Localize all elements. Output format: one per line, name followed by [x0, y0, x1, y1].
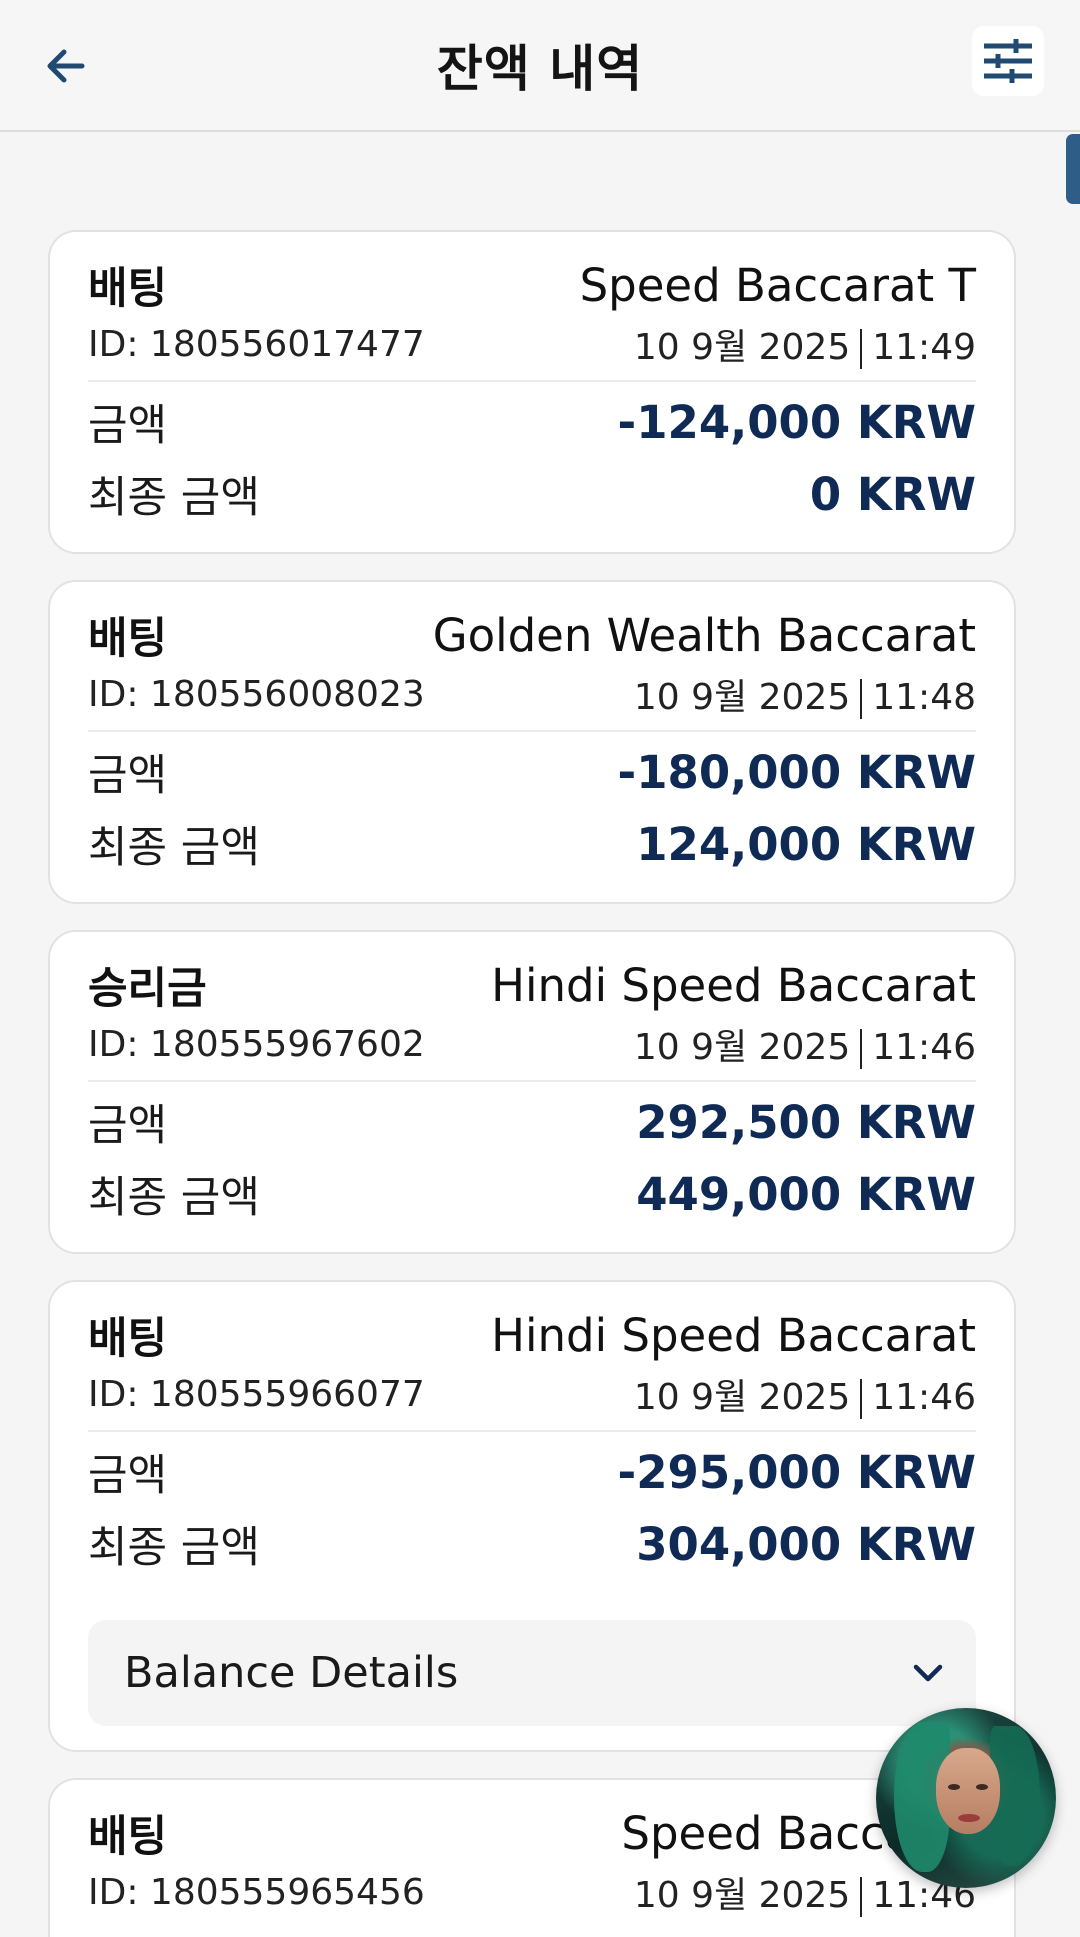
transaction-datetime: 10 9월 2025 11:46	[634, 1018, 976, 1070]
transaction-type: 승리금	[88, 964, 207, 1014]
avatar-lips	[958, 1814, 980, 1822]
final-amount-label: 최종 금액	[88, 1523, 260, 1573]
transaction-type: 배팅	[88, 1812, 168, 1862]
page-title: 잔액 내역	[436, 40, 644, 98]
balance-details-label: Balance Details	[124, 1648, 459, 1698]
balance-details-toggle[interactable]: Balance Details	[88, 1620, 976, 1726]
transaction-type: 배팅	[88, 1314, 168, 1364]
final-amount-value: 304,000 KRW	[636, 1517, 976, 1571]
transaction-time: 11:49	[872, 327, 976, 368]
game-name: Speed Baccarat T	[579, 258, 976, 312]
back-button[interactable]	[28, 30, 100, 102]
amount-value: -295,000 KRW	[617, 1445, 976, 1499]
final-amount-label: 최종 금액	[88, 823, 260, 873]
scrollbar[interactable]	[1066, 134, 1080, 204]
transaction-time: 11:46	[872, 1027, 976, 1068]
game-name: Hindi Speed Baccarat	[491, 958, 976, 1012]
transaction-type: 배팅	[88, 264, 168, 314]
transaction-list: 배팅 Speed Baccarat T ID: 180556017477 10 …	[48, 230, 1016, 1937]
date-separator	[860, 679, 863, 719]
amount-label: 금액	[88, 1101, 168, 1151]
transaction-datetime: 10 9월 2025 11:46	[634, 1368, 976, 1420]
divider	[88, 730, 976, 732]
transaction-date: 10 9월 2025	[633, 327, 851, 368]
filter-button[interactable]	[972, 26, 1044, 96]
transaction-card[interactable]: 배팅 Speed Baccarat ID: 180555965456 10 9월…	[48, 1778, 1016, 1937]
divider	[88, 380, 976, 382]
final-amount-value: 449,000 KRW	[636, 1167, 976, 1221]
chevron-down-icon	[913, 1664, 943, 1682]
date-separator	[860, 329, 863, 369]
amount-label: 금액	[88, 1451, 168, 1501]
amount-label: 금액	[88, 751, 168, 801]
sliders-icon	[984, 39, 1032, 83]
transaction-type: 배팅	[88, 614, 168, 664]
date-separator	[860, 1029, 863, 1069]
game-name: Golden Wealth Baccarat	[432, 608, 976, 662]
final-amount-label: 최종 금액	[88, 473, 260, 523]
transaction-datetime: 10 9월 2025 11:48	[634, 668, 976, 720]
date-separator	[860, 1379, 863, 1419]
divider	[88, 1080, 976, 1082]
final-amount-label: 최종 금액	[88, 1173, 260, 1223]
transaction-id: ID: 180556008023	[88, 673, 425, 715]
game-name: Hindi Speed Baccarat	[491, 1308, 976, 1362]
transaction-card[interactable]: 배팅 Golden Wealth Baccarat ID: 1805560080…	[48, 580, 1016, 904]
transaction-time: 11:46	[872, 1377, 976, 1418]
transaction-date: 10 9월 2025	[633, 1377, 851, 1418]
transaction-card[interactable]: 배팅 Speed Baccarat T ID: 180556017477 10 …	[48, 230, 1016, 554]
amount-value: 292,500 KRW	[636, 1095, 976, 1149]
amount-value: -124,000 KRW	[617, 395, 976, 449]
transaction-date: 10 9월 2025	[633, 1027, 851, 1068]
amount-label: 금액	[88, 401, 168, 451]
transaction-id: ID: 180555966077	[88, 1373, 425, 1415]
transaction-date: 10 9월 2025	[633, 1875, 851, 1916]
transaction-date: 10 9월 2025	[633, 677, 851, 718]
top-app-bar: 잔액 내역	[0, 0, 1080, 132]
transaction-datetime: 10 9월 2025 11:49	[634, 318, 976, 370]
divider	[88, 1430, 976, 1432]
final-amount-value: 124,000 KRW	[636, 817, 976, 871]
avatar-eye-left	[948, 1784, 960, 1790]
avatar-eye-right	[976, 1784, 988, 1790]
arrow-left-icon	[47, 49, 85, 83]
date-separator	[860, 1877, 863, 1917]
transaction-id: ID: 180556017477	[88, 323, 425, 365]
transaction-id: ID: 180555967602	[88, 1023, 425, 1065]
support-avatar[interactable]	[876, 1708, 1056, 1888]
amount-value: -180,000 KRW	[617, 745, 976, 799]
transaction-id: ID: 180555965456	[88, 1871, 425, 1913]
balance-history-screen: 잔액 내역 배팅 Speed Baccarat T ID: 1805560174…	[0, 0, 1080, 1937]
transaction-card[interactable]: 배팅 Hindi Speed Baccarat ID: 180555966077…	[48, 1280, 1016, 1752]
transaction-card[interactable]: 승리금 Hindi Speed Baccarat ID: 18055596760…	[48, 930, 1016, 1254]
final-amount-value: 0 KRW	[809, 467, 976, 521]
transaction-time: 11:48	[872, 677, 976, 718]
